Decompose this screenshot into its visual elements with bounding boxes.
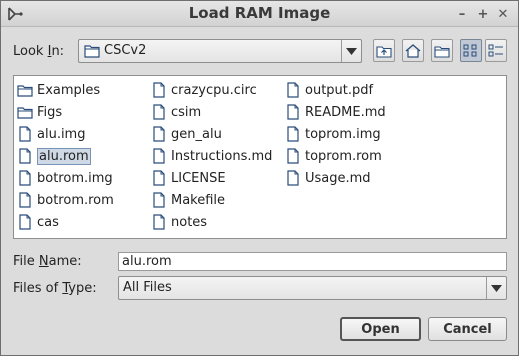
file-name-text: Makefile — [171, 192, 226, 208]
file-icon — [287, 170, 299, 186]
file-item[interactable]: alu.rom — [17, 146, 91, 166]
file-item[interactable]: Makefile — [151, 190, 225, 210]
file-item[interactable]: notes — [151, 212, 207, 232]
file-name-text: toprom.img — [305, 126, 381, 142]
file-name-label: File Name: — [13, 254, 82, 269]
file-item[interactable]: Instructions.md — [151, 146, 272, 166]
list-view-button[interactable] — [460, 39, 482, 62]
look-in-value: CSCv2 — [104, 43, 147, 58]
file-icon — [153, 148, 165, 164]
file-item[interactable]: botrom.rom — [17, 190, 114, 210]
file-item[interactable]: toprom.rom — [285, 146, 382, 166]
file-type-label: Files of Type: — [13, 281, 97, 296]
look-in-label: Look In: — [13, 44, 65, 59]
list-view-icon — [463, 44, 477, 56]
file-item[interactable]: gen_alu — [151, 124, 222, 144]
file-item[interactable]: README.md — [285, 102, 386, 122]
file-item[interactable]: alu.img — [17, 124, 85, 144]
home-icon — [405, 43, 421, 58]
file-name-text: Examples — [37, 82, 101, 98]
folder-item[interactable]: Figs — [17, 102, 62, 122]
file-item[interactable]: crazycpu.circ — [151, 80, 257, 100]
file-item[interactable]: LICENSE — [151, 168, 226, 188]
file-name-text: toprom.rom — [305, 148, 382, 164]
file-icon — [153, 82, 165, 98]
file-name-text: botrom.rom — [37, 192, 114, 208]
file-name-text: LICENSE — [171, 170, 226, 186]
folder-icon — [17, 85, 33, 97]
file-name-text: cas — [37, 214, 59, 230]
file-name-text: notes — [171, 214, 208, 230]
file-icon — [287, 126, 299, 142]
open-button[interactable]: Open — [340, 317, 421, 341]
chevron-down-icon — [346, 47, 357, 55]
folder-icon — [17, 107, 33, 119]
file-type-dropdown-arrow[interactable] — [486, 277, 506, 299]
file-name-text: Instructions.md — [171, 148, 273, 164]
chevron-down-icon — [491, 284, 502, 292]
new-folder-icon — [434, 45, 450, 58]
file-name-text: Figs — [37, 104, 63, 120]
file-icon — [153, 104, 165, 120]
file-name-input[interactable] — [118, 252, 507, 271]
maximize-button[interactable]: + — [475, 6, 491, 22]
title-bar[interactable]: Load RAM Image – + ✕ — [1, 1, 518, 27]
file-type-combo[interactable]: All Files — [118, 276, 507, 300]
details-view-button[interactable] — [485, 39, 507, 62]
file-icon — [287, 104, 299, 120]
file-name-text: README.md — [305, 104, 386, 120]
file-name-text: alu.img — [37, 126, 86, 142]
file-name-text: alu.rom — [37, 147, 91, 165]
file-icon — [19, 126, 31, 142]
new-folder-button[interactable] — [431, 39, 453, 62]
up-one-level-icon — [376, 45, 392, 58]
file-icon — [153, 170, 165, 186]
file-item[interactable]: cas — [17, 212, 59, 232]
file-icon — [153, 214, 165, 230]
file-icon — [153, 126, 165, 142]
file-list[interactable]: Examples Figs alu.img alu.rom botrom.img botr… — [13, 75, 507, 239]
folder-item[interactable]: Examples — [17, 80, 100, 100]
folder-icon — [84, 45, 100, 58]
file-name-text: crazycpu.circ — [171, 82, 257, 98]
file-name-text: botrom.img — [37, 170, 113, 186]
file-name-text: output.pdf — [305, 82, 374, 98]
details-view-icon — [488, 44, 503, 56]
file-icon — [153, 192, 165, 208]
file-icon — [287, 82, 299, 98]
file-name-text: gen_alu — [171, 126, 222, 142]
file-item[interactable]: Usage.md — [285, 168, 371, 188]
file-item[interactable]: output.pdf — [285, 80, 373, 100]
file-icon — [19, 148, 31, 164]
file-type-value: All Files — [123, 280, 172, 295]
file-name-text: csim — [171, 104, 202, 120]
home-button[interactable] — [402, 39, 424, 62]
file-item[interactable]: toprom.img — [285, 124, 381, 144]
minimize-button[interactable]: – — [454, 6, 470, 22]
look-in-dropdown-arrow[interactable] — [341, 40, 361, 62]
file-icon — [19, 170, 31, 186]
window-title: Load RAM Image — [188, 4, 331, 22]
file-item[interactable]: botrom.img — [17, 168, 113, 188]
file-icon — [19, 214, 31, 230]
look-in-combo[interactable]: CSCv2 — [78, 39, 362, 63]
file-icon — [287, 148, 299, 164]
file-icon — [19, 192, 31, 208]
file-item[interactable]: csim — [151, 102, 201, 122]
file-name-text: Usage.md — [305, 170, 371, 186]
close-button[interactable]: ✕ — [495, 6, 511, 22]
load-ram-dialog: Load RAM Image – + ✕ Look In: CSCv2 Exam… — [0, 0, 519, 356]
cancel-button[interactable]: Cancel — [428, 317, 507, 341]
up-one-level-button[interactable] — [373, 39, 395, 62]
